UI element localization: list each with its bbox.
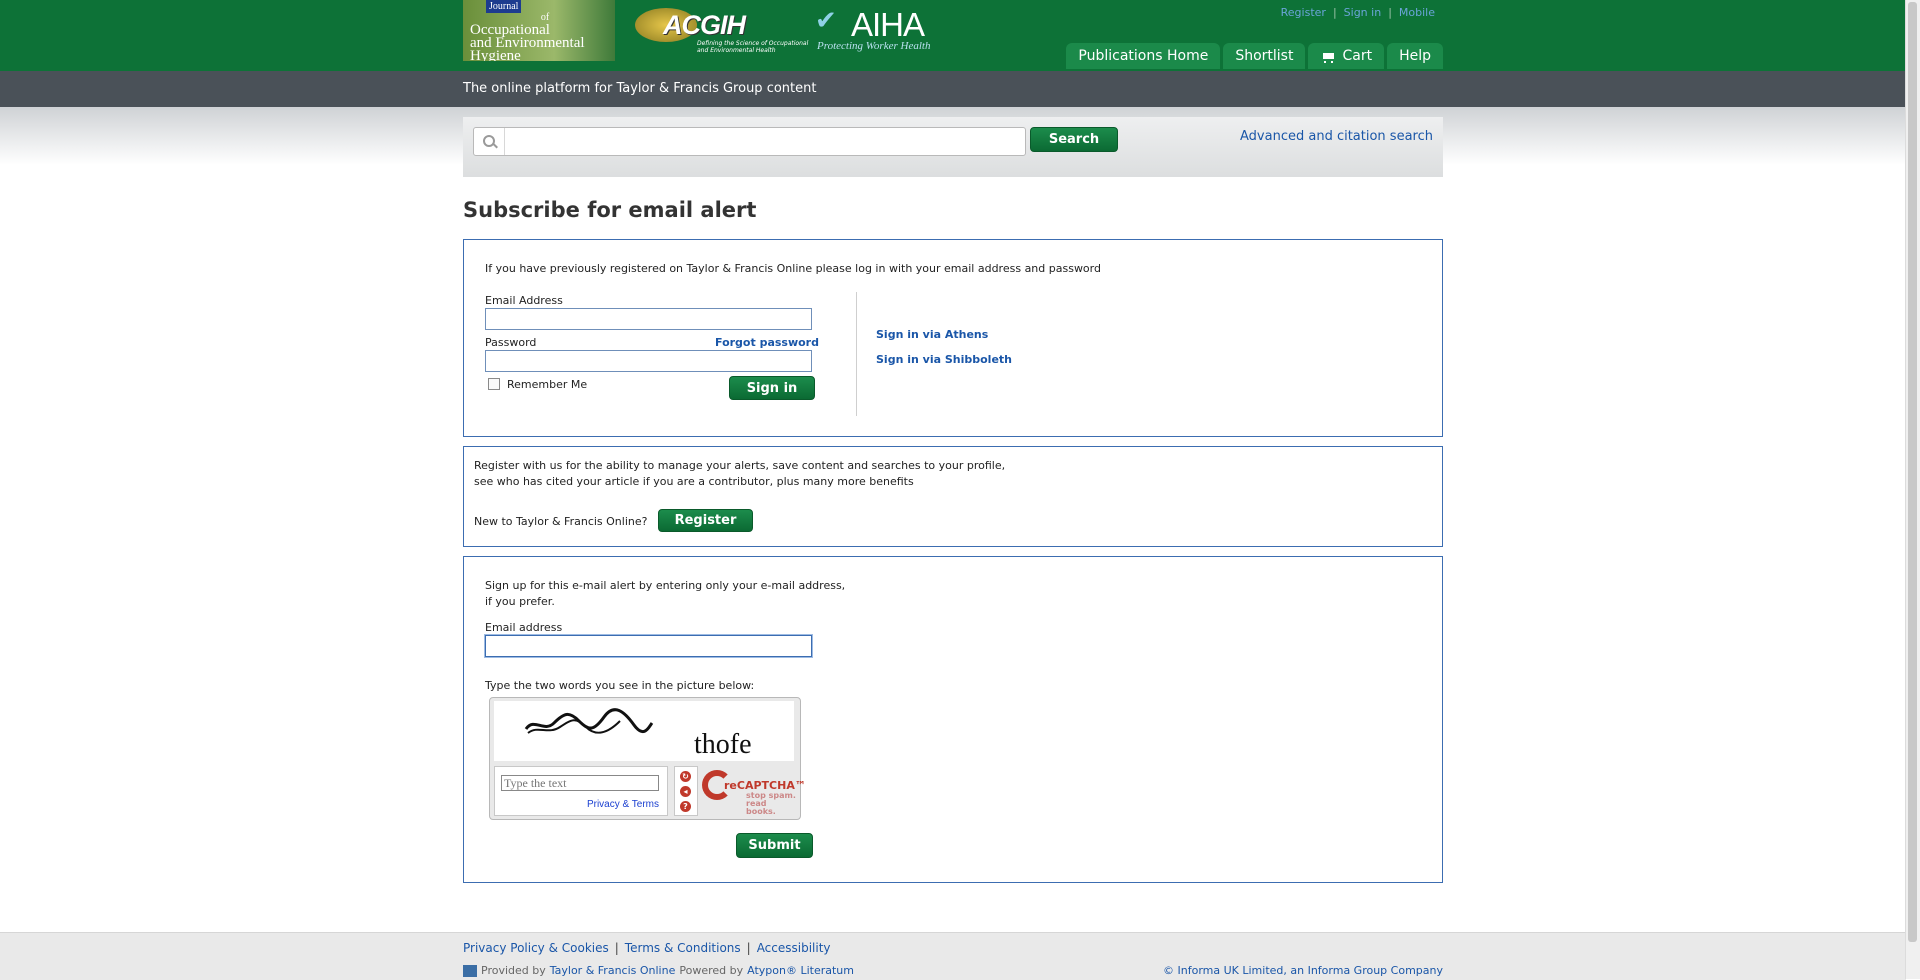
- forgot-password-link[interactable]: Forgot password: [715, 336, 819, 349]
- remember-me-checkbox[interactable]: [488, 378, 500, 390]
- athens-sign-in-link[interactable]: Sign in via Athens: [876, 328, 988, 341]
- captcha-entry-box: Privacy & Terms: [494, 766, 668, 816]
- acgih-name: ACGIH: [663, 10, 746, 40]
- login-panel: If you have previously registered on Tay…: [463, 239, 1443, 437]
- tab-shortlist[interactable]: Shortlist: [1223, 43, 1306, 69]
- login-intro: If you have previously registered on Tay…: [485, 262, 1101, 275]
- password-field[interactable]: [485, 350, 812, 372]
- footer: Privacy Policy & Cookies | Terms & Conditi…: [0, 932, 1906, 980]
- tf-logo-icon: [463, 964, 477, 977]
- privacy-terms-link[interactable]: Privacy & Terms: [587, 799, 659, 810]
- register-text-line1: Register with us for the ability to mana…: [474, 459, 1006, 472]
- audio-icon[interactable]: ◂: [680, 786, 691, 797]
- email-label: Email Address: [485, 294, 563, 307]
- register-button[interactable]: Register: [658, 509, 753, 532]
- acgih-logo[interactable]: ACGIH Defining the Science of Occupation…: [635, 6, 810, 54]
- sign-in-link[interactable]: Sign in: [1344, 6, 1382, 19]
- top-header-bar: [0, 0, 1906, 71]
- register-text-line2: see who has cited your article if you ar…: [474, 475, 914, 488]
- captcha-image: thofe: [494, 701, 794, 761]
- platform-link[interactable]: Atypon® Literatum: [747, 964, 854, 977]
- tab-cart[interactable]: Cart: [1308, 43, 1385, 69]
- search-input[interactable]: [473, 127, 1026, 156]
- alert-text-line1: Sign up for this e-mail alert by enterin…: [485, 579, 846, 592]
- shibboleth-sign-in-link[interactable]: Sign in via Shibboleth: [876, 353, 1012, 366]
- main-nav: Publications Home Shortlist Cart Help: [1066, 43, 1443, 69]
- aiha-tagline: Protecting Worker Health: [817, 40, 931, 52]
- submit-button[interactable]: Submit: [736, 833, 813, 858]
- tab-publications-home[interactable]: Publications Home: [1066, 43, 1221, 69]
- acgih-tagline: Defining the Science of Occupational and…: [697, 40, 809, 54]
- recaptcha-logo: reCAPTCHA™ stop spam. read books.: [702, 766, 806, 816]
- captcha-scribble: [524, 708, 654, 734]
- scrollbar[interactable]: [1905, 0, 1920, 979]
- search-button[interactable]: Search: [1030, 127, 1118, 152]
- email-alert-panel: Sign up for this e-mail alert by enterin…: [463, 556, 1443, 883]
- search-area: Search Advanced and citation search: [463, 117, 1443, 177]
- recaptcha-slogan: stop spam. read books.: [746, 791, 796, 816]
- alert-text-line2: if you prefer.: [485, 595, 555, 608]
- remember-me-label: Remember Me: [507, 378, 588, 391]
- top-links: Register | Sign in | Mobile: [1280, 6, 1435, 19]
- tab-help[interactable]: Help: [1387, 43, 1443, 69]
- accessibility-link[interactable]: Accessibility: [757, 941, 831, 955]
- recaptcha-widget: thofe Privacy & Terms ↻ ◂ ? reCAPTCHA™ s…: [489, 697, 806, 820]
- search-icon: [474, 128, 505, 155]
- platform-tagline: The online platform for Taylor & Francis…: [463, 81, 817, 96]
- alert-email-field[interactable]: [485, 635, 812, 657]
- copyright: © Informa UK Limited, an Informa Group C…: [1163, 964, 1443, 977]
- alert-email-label: Email address: [485, 621, 563, 634]
- journal-title: of Occupational and Environmental Hygien…: [470, 12, 585, 61]
- aiha-logo[interactable]: ✔ AIHA Protecting Worker Health: [815, 6, 945, 52]
- advanced-search-link[interactable]: Advanced and citation search: [1240, 129, 1433, 144]
- register-panel: Register with us for the ability to mana…: [463, 446, 1443, 547]
- provided-by: Provided by Taylor & Francis Online Powe…: [463, 964, 854, 977]
- sign-in-button[interactable]: Sign in: [729, 376, 815, 400]
- email-field[interactable]: [485, 308, 812, 330]
- cart-icon: [1320, 51, 1336, 63]
- captcha-controls: ↻ ◂ ?: [674, 766, 698, 816]
- footer-inner: Privacy Policy & Cookies | Terms & Conditi…: [463, 933, 1443, 980]
- password-label: Password: [485, 336, 537, 349]
- captcha-text-input[interactable]: [501, 775, 659, 791]
- mobile-link[interactable]: Mobile: [1399, 6, 1435, 19]
- captcha-word: thofe: [694, 729, 752, 760]
- page-title: Subscribe for email alert: [463, 198, 757, 222]
- register-link[interactable]: Register: [1281, 6, 1326, 19]
- aiha-name: AIHA: [851, 6, 925, 43]
- privacy-policy-link[interactable]: Privacy Policy & Cookies: [463, 941, 609, 955]
- journal-logo[interactable]: Journal of Occupational and Environmenta…: [463, 0, 615, 61]
- footer-links: Privacy Policy & Cookies | Terms & Conditi…: [463, 941, 831, 955]
- scrollbar-thumb[interactable]: [1908, 2, 1917, 942]
- provider-link[interactable]: Taylor & Francis Online: [550, 964, 676, 977]
- new-user-label: New to Taylor & Francis Online?: [474, 515, 648, 528]
- login-divider: [856, 292, 857, 416]
- refresh-icon[interactable]: ↻: [680, 771, 691, 782]
- help-icon[interactable]: ?: [680, 801, 691, 812]
- checkmark-icon: ✔: [815, 6, 837, 36]
- platform-bar: [0, 71, 1906, 107]
- terms-link[interactable]: Terms & Conditions: [625, 941, 741, 955]
- captcha-instruction: Type the two words you see in the pictur…: [485, 679, 755, 692]
